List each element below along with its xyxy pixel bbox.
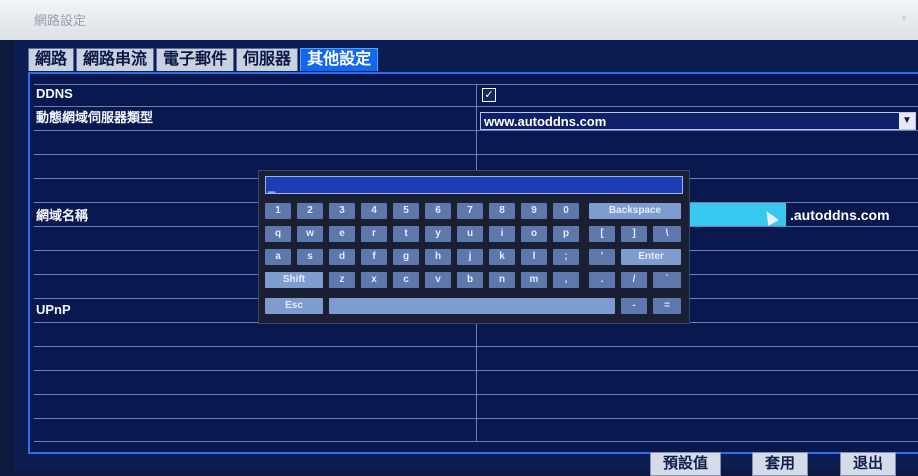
key-m[interactable]: m (521, 272, 547, 288)
key-s[interactable]: s (297, 249, 323, 265)
grid-line (34, 346, 918, 347)
key-g[interactable]: g (393, 249, 419, 265)
key-o[interactable]: o (521, 226, 547, 242)
key-r[interactable]: r (361, 226, 387, 242)
key-6[interactable]: 6 (425, 203, 451, 219)
grid-line (34, 130, 918, 131)
tab-server[interactable]: 伺服器 (236, 48, 299, 71)
key-backtick[interactable]: ` (653, 272, 681, 288)
key-0[interactable]: 0 (553, 203, 579, 219)
key-i[interactable]: i (489, 226, 515, 242)
key-backspace[interactable]: Backspace (589, 203, 681, 219)
apply-button[interactable]: 套用 (752, 452, 809, 476)
virtual-keyboard: _ 1 2 3 4 5 6 7 8 9 0 Backspace q w e r … (258, 170, 690, 324)
key-right-bracket[interactable]: ] (621, 226, 647, 242)
key-7[interactable]: 7 (457, 203, 483, 219)
window-titlebar: 網路設定 × (0, 0, 918, 40)
key-k[interactable]: k (489, 249, 515, 265)
key-5[interactable]: 5 (393, 203, 419, 219)
exit-button[interactable]: 退出 (840, 452, 897, 476)
key-b[interactable]: b (457, 272, 483, 288)
tab-network[interactable]: 網路 (28, 48, 75, 71)
grid-line (34, 84, 918, 85)
key-c[interactable]: c (393, 272, 419, 288)
key-shift[interactable]: Shift (265, 272, 323, 288)
key-left-bracket[interactable]: [ (589, 226, 615, 242)
key-quote[interactable]: ' (589, 249, 615, 265)
key-z[interactable]: z (329, 272, 355, 288)
upnp-label: UPnP (36, 302, 71, 317)
grid-line (34, 394, 918, 395)
default-button[interactable]: 預設值 (650, 452, 722, 476)
domain-suffix: .autoddns.com (790, 207, 890, 223)
key-y[interactable]: y (425, 226, 451, 242)
key-n[interactable]: n (489, 272, 515, 288)
ddns-checkbox[interactable]: ✓ (482, 88, 496, 102)
key-backslash[interactable]: \ (653, 226, 681, 242)
key-x[interactable]: x (361, 272, 387, 288)
key-9[interactable]: 9 (521, 203, 547, 219)
key-h[interactable]: h (425, 249, 451, 265)
key-u[interactable]: u (457, 226, 483, 242)
key-slash[interactable]: / (621, 272, 647, 288)
grid-line (34, 441, 918, 442)
domain-name-label: 網域名稱 (36, 208, 89, 223)
grid-line (34, 370, 918, 371)
key-esc[interactable]: Esc (265, 298, 323, 314)
key-2[interactable]: 2 (297, 203, 323, 219)
tab-email[interactable]: 電子郵件 (156, 48, 235, 71)
key-comma[interactable]: , (553, 272, 579, 288)
grid-line (34, 418, 918, 419)
key-w[interactable]: w (297, 226, 323, 242)
key-3[interactable]: 3 (329, 203, 355, 219)
server-type-label: 動態網域伺服器類型 (36, 110, 154, 125)
key-minus[interactable]: - (621, 298, 647, 314)
server-type-value: www.autoddns.com (484, 114, 607, 129)
tab-bar: 網路 網路串流 電子郵件 伺服器 其他設定 (28, 48, 379, 72)
key-e[interactable]: e (329, 226, 355, 242)
key-1[interactable]: 1 (265, 203, 291, 219)
key-equals[interactable]: = (653, 298, 681, 314)
key-d[interactable]: d (329, 249, 355, 265)
key-enter[interactable]: Enter (621, 249, 681, 265)
key-j[interactable]: j (457, 249, 483, 265)
key-l[interactable]: l (521, 249, 547, 265)
chevron-down-icon[interactable]: ▼ (899, 113, 915, 129)
close-icon[interactable]: × (896, 12, 912, 26)
key-8[interactable]: 8 (489, 203, 515, 219)
key-v[interactable]: v (425, 272, 451, 288)
window-title: 網路設定 (34, 14, 87, 29)
key-q[interactable]: q (265, 226, 291, 242)
key-space[interactable] (329, 298, 615, 314)
ddns-label: DDNS (36, 86, 73, 101)
key-4[interactable]: 4 (361, 203, 387, 219)
key-t[interactable]: t (393, 226, 419, 242)
tab-network-stream[interactable]: 網路串流 (76, 48, 155, 71)
key-semicolon[interactable]: ; (553, 249, 579, 265)
key-f[interactable]: f (361, 249, 387, 265)
keyboard-input-field[interactable]: _ (265, 176, 683, 194)
key-a[interactable]: a (265, 249, 291, 265)
tab-other-settings[interactable]: 其他設定 (300, 48, 379, 71)
key-p[interactable]: p (553, 226, 579, 242)
key-period[interactable]: . (589, 272, 615, 288)
grid-line (34, 106, 918, 107)
server-type-select[interactable]: www.autoddns.com ▼ (480, 112, 916, 130)
grid-line (34, 154, 918, 155)
